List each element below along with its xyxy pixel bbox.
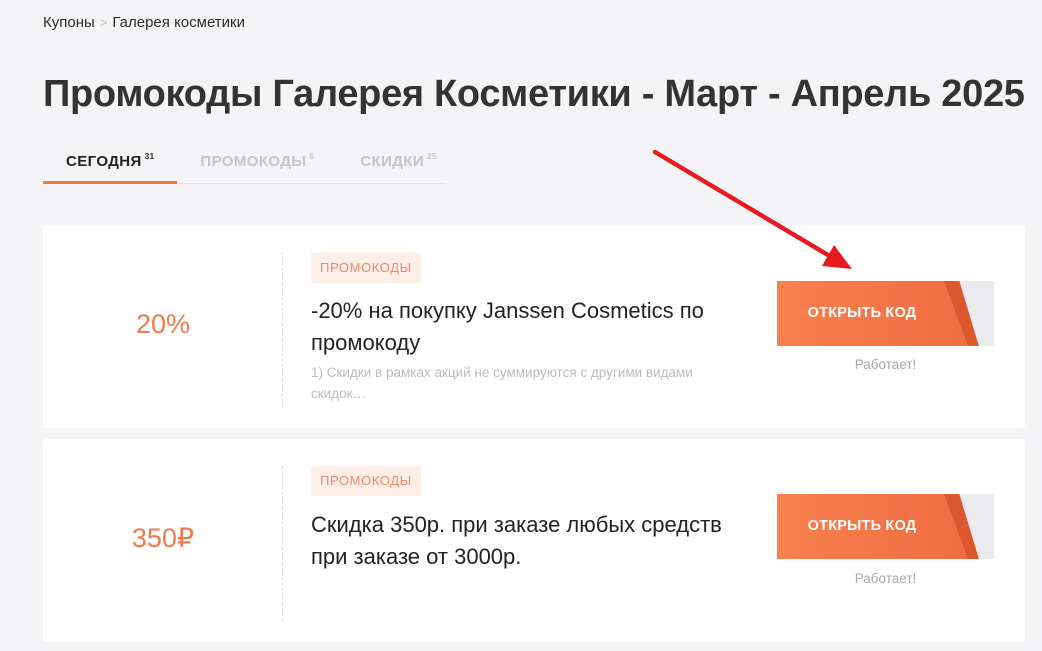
open-code-label: ОТКРЫТЬ КОД — [807, 518, 917, 534]
breadcrumb: Купоны > Галерея косметики — [43, 14, 245, 31]
tab-promocodes-label: ПРОМОКОДЫ — [200, 153, 307, 170]
open-code-button[interactable]: ОТКРЫТЬ КОД — [777, 281, 994, 346]
tab-today-label: СЕГОДНЯ — [66, 153, 142, 170]
tab-promocodes-count: 6 — [309, 152, 315, 161]
breadcrumb-current: Галерея косметики — [112, 14, 245, 31]
tab-discounts-count: 25 — [427, 152, 437, 161]
coupon-title[interactable]: -20% на покупку Janssen Cosmetics по про… — [311, 295, 751, 359]
open-code-button[interactable]: ОТКРЫТЬ КОД — [777, 494, 994, 559]
coupon-value: 350₽ — [131, 523, 195, 553]
tab-today-count: 31 — [144, 152, 155, 161]
coupon-tag[interactable]: ПРОМОКОДЫ — [311, 253, 421, 283]
chevron-right-icon: > — [99, 15, 108, 30]
tab-bar: СЕГОДНЯ 31 ПРОМОКОДЫ 6 СКИДКИ 25 — [43, 138, 445, 184]
page: Купоны > Галерея косметики Промокоды Гал… — [0, 0, 1042, 651]
breadcrumb-link-coupons[interactable]: Купоны — [43, 14, 95, 31]
page-title: Промокоды Галерея Косметики - Март - Апр… — [43, 73, 1025, 115]
coupon-value: 20% — [135, 309, 191, 339]
coupon-card: 350₽ ПРОМОКОДЫ Скидка 350р. при заказе л… — [43, 439, 1025, 642]
tab-today[interactable]: СЕГОДНЯ 31 — [43, 138, 178, 184]
coupon-divider — [282, 252, 283, 407]
coupon-status: Работает! — [854, 571, 917, 586]
tab-promocodes[interactable]: ПРОМОКОДЫ 6 — [177, 138, 337, 182]
coupon-divider — [282, 466, 283, 621]
tab-discounts-label: СКИДКИ — [360, 153, 425, 170]
coupon-card: 20% ПРОМОКОДЫ -20% на покупку Janssen Co… — [43, 225, 1025, 428]
tab-discounts[interactable]: СКИДКИ 25 — [337, 138, 460, 182]
coupon-tag[interactable]: ПРОМОКОДЫ — [311, 466, 421, 496]
coupon-status: Работает! — [854, 357, 917, 372]
coupon-description: 1) Скидки в рамках акций не суммируются … — [311, 365, 693, 401]
open-code-label: ОТКРЫТЬ КОД — [807, 305, 917, 321]
coupon-title[interactable]: Скидка 350р. при заказе любых средств пр… — [311, 509, 751, 573]
